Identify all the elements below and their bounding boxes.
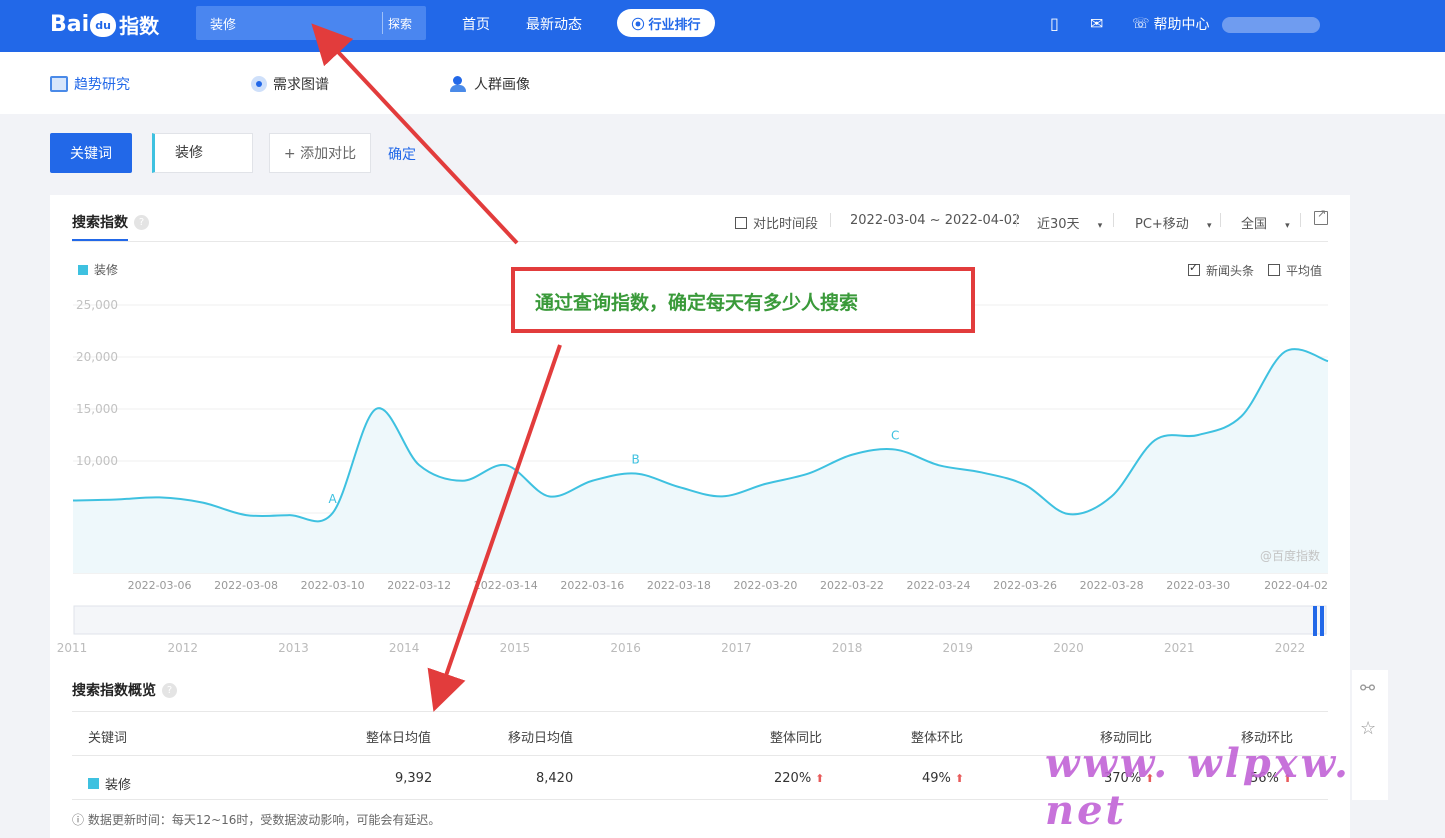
row-keyword: 装修 bbox=[105, 778, 132, 793]
help-icon[interactable]: ? bbox=[162, 682, 177, 698]
timeline-year-label: 2019 bbox=[943, 641, 974, 655]
overall-avg-value: 9,392 bbox=[395, 771, 433, 786]
overall-mom-value: 49% ⬆ bbox=[922, 771, 964, 786]
x-tick-label: 2022-03-16 bbox=[560, 579, 624, 592]
x-tick-label: 2022-04-02 bbox=[1264, 579, 1328, 592]
x-tick-label: 2022-03-18 bbox=[647, 579, 711, 592]
timeline-handle-left[interactable] bbox=[1313, 606, 1317, 636]
col-overall-avg: 整体日均值 bbox=[366, 731, 432, 746]
overall-yoy-text: 220% bbox=[774, 771, 812, 786]
x-tick-label: 2022-03-10 bbox=[301, 579, 365, 592]
event-marker[interactable]: B bbox=[631, 452, 639, 466]
x-tick-label: 2022-03-22 bbox=[820, 579, 884, 592]
divider bbox=[72, 711, 1328, 712]
site-watermark: www. wlpxw. net bbox=[1045, 740, 1351, 834]
x-tick-label: 2022-03-06 bbox=[128, 579, 192, 592]
timeline-year-label: 2012 bbox=[167, 641, 198, 655]
arrow-up-icon: ⬆ bbox=[954, 772, 965, 785]
x-tick-label: 2022-03-30 bbox=[1166, 579, 1230, 592]
update-note: ⓘ 数据更新时间：每天12~16时，受数据波动影响，可能会有延迟。 bbox=[72, 813, 441, 827]
event-marker[interactable]: A bbox=[329, 492, 338, 506]
timeline-year-label: 2016 bbox=[610, 641, 641, 655]
timeline-scrubber[interactable] bbox=[73, 605, 1327, 635]
legend-swatch bbox=[88, 778, 99, 789]
x-tick-label: 2022-03-28 bbox=[1080, 579, 1144, 592]
search-index-chart: 25,00020,00015,00010,0005,000 ABC 2022-0… bbox=[57, 298, 1329, 655]
mobile-avg-value: 8,420 bbox=[536, 771, 574, 786]
annotation-callout: 通过查询指数，确定每天有多少人搜索 bbox=[511, 267, 975, 333]
star-icon[interactable]: ☆ bbox=[1360, 718, 1376, 739]
arrow-up-icon: ⬆ bbox=[815, 772, 825, 785]
timeline-year-label: 2022 bbox=[1275, 641, 1306, 655]
timeline-year-label: 2011 bbox=[57, 641, 88, 655]
col-keyword: 关键词 bbox=[88, 731, 128, 746]
timeline-year-label: 2020 bbox=[1053, 641, 1084, 655]
x-tick-label: 2022-03-14 bbox=[474, 579, 538, 592]
overall-yoy-value: 220% ⬆ bbox=[774, 771, 824, 786]
chart-watermark: @百度指数 bbox=[1260, 548, 1320, 563]
overall-mom-text: 49% bbox=[922, 771, 951, 786]
col-overall-mom: 整体环比 bbox=[911, 731, 964, 746]
y-tick-label: 15,000 bbox=[76, 402, 118, 416]
x-tick-label: 2022-03-26 bbox=[993, 579, 1057, 592]
timeline-year-label: 2014 bbox=[389, 641, 420, 655]
y-tick-label: 20,000 bbox=[76, 350, 118, 364]
timeline-year-label: 2021 bbox=[1164, 641, 1195, 655]
col-mobile-avg: 移动日均值 bbox=[508, 731, 574, 746]
timeline-year-label: 2017 bbox=[721, 641, 752, 655]
annotation-text: 通过查询指数，确定每天有多少人搜索 bbox=[535, 292, 859, 314]
x-tick-label: 2022-03-24 bbox=[907, 579, 971, 592]
x-tick-label: 2022-03-12 bbox=[387, 579, 451, 592]
table-row-keyword: 装修 bbox=[88, 774, 131, 793]
timeline-year-label: 2015 bbox=[500, 641, 531, 655]
timeline-year-label: 2013 bbox=[278, 641, 309, 655]
x-tick-label: 2022-03-20 bbox=[733, 579, 797, 592]
x-tick-label: 2022-03-08 bbox=[214, 579, 278, 592]
y-tick-label: 10,000 bbox=[76, 454, 118, 468]
summary-title-label: 搜索指数概览 bbox=[72, 683, 156, 699]
event-marker[interactable]: C bbox=[891, 429, 899, 443]
timeline-year-label: 2018 bbox=[832, 641, 863, 655]
col-overall-yoy: 整体同比 bbox=[770, 731, 823, 746]
summary-title: 搜索指数概览 ? bbox=[72, 680, 177, 700]
timeline-handle-right[interactable] bbox=[1320, 606, 1324, 636]
share-icon[interactable]: ⚯ bbox=[1360, 678, 1375, 699]
y-tick-label: 25,000 bbox=[76, 298, 118, 312]
